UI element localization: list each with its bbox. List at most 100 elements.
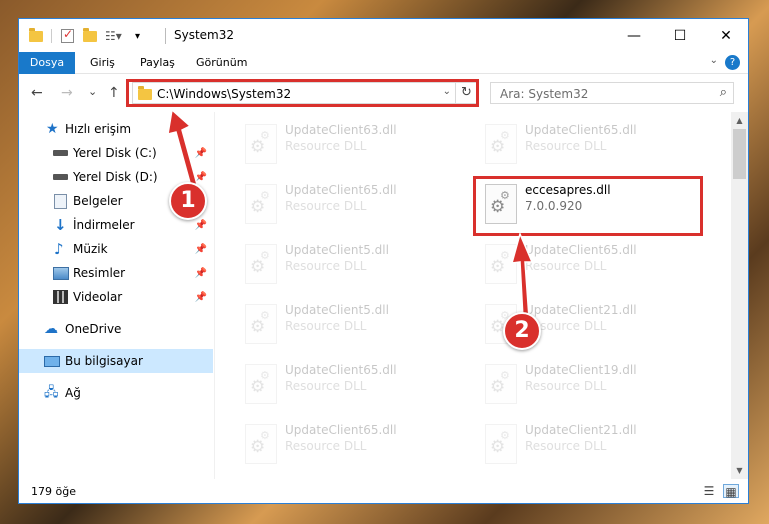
sidebar-item-label: Bu bilgisayar	[65, 354, 143, 368]
address-bar-highlight	[126, 79, 479, 107]
file-name: UpdateClient63.dll	[285, 123, 397, 137]
file-item[interactable]: UpdateClient63.dll Resource DLL	[235, 116, 465, 172]
pictures-icon	[53, 266, 69, 280]
file-item[interactable]: UpdateClient5.dll Resource DLL	[235, 236, 465, 292]
pin-icon: 📌	[194, 171, 207, 183]
window-title: System32	[174, 28, 235, 42]
dll-file-icon	[485, 424, 517, 464]
item-count: 179 öğe	[31, 485, 76, 498]
dll-file-icon	[245, 184, 277, 224]
quick-access-folder-icon	[29, 27, 43, 44]
recent-locations-button[interactable]: ⌄	[88, 85, 97, 98]
file-highlight	[473, 176, 703, 236]
file-list: UpdateClient63.dll Resource DLL UpdateCl…	[215, 112, 731, 479]
file-name: UpdateClient21.dll	[525, 303, 637, 317]
sidebar-item-quick-access[interactable]: ★ Hızlı erişim	[19, 117, 213, 141]
maximize-button[interactable]: ☐	[657, 19, 703, 52]
file-description: Resource DLL	[525, 379, 607, 393]
sidebar-item-label: İndirmeler	[73, 218, 135, 232]
vertical-scrollbar[interactable]: ▲ ▼	[731, 112, 748, 479]
file-item[interactable]: UpdateClient65.dll Resource DLL	[475, 236, 705, 292]
search-placeholder: Ara: System32	[500, 87, 589, 101]
scroll-down-icon[interactable]: ▼	[731, 462, 748, 479]
sidebar-item-music[interactable]: ♪ Müzik 📌	[19, 237, 213, 261]
videos-icon	[53, 290, 68, 304]
toolbar-divider	[51, 29, 52, 43]
file-item[interactable]: UpdateClient65.dll Resource DLL	[235, 176, 465, 232]
sidebar-item-local-disk-c[interactable]: Yerel Disk (C:) 📌	[19, 141, 213, 165]
expand-ribbon-icon[interactable]: ⌄	[710, 55, 718, 66]
up-button[interactable]: ↑	[108, 85, 120, 101]
back-button[interactable]: ←	[31, 85, 43, 101]
computer-icon	[44, 355, 60, 367]
sidebar-item-label: Belgeler	[73, 194, 123, 208]
sidebar-item-label: Videolar	[73, 290, 123, 304]
file-item[interactable]: UpdateClient65.dll Resource DLL	[235, 416, 465, 472]
tab-share[interactable]: Paylaş	[140, 52, 175, 74]
close-button[interactable]: ✕	[703, 19, 748, 52]
forward-button[interactable]: →	[61, 85, 73, 101]
pin-icon: 📌	[194, 243, 207, 255]
ribbon-tabs: Dosya Giriş Paylaş Görünüm ⌄ ?	[19, 52, 748, 74]
disk-icon	[52, 170, 68, 186]
step-2-badge: 2	[503, 312, 541, 350]
status-bar: 179 öğe ☰ ▦	[19, 479, 748, 503]
file-item[interactable]: UpdateClient19.dll Resource DLL	[475, 356, 705, 412]
sidebar-item-label: Yerel Disk (D:)	[73, 170, 158, 184]
file-name: UpdateClient65.dll	[285, 423, 397, 437]
customize-qat-icon[interactable]: ☷▾	[105, 28, 122, 44]
dll-file-icon	[245, 364, 277, 404]
sidebar-item-onedrive[interactable]: ☁ OneDrive	[19, 317, 213, 341]
pin-icon: 📌	[194, 267, 207, 279]
help-icon[interactable]: ?	[725, 55, 740, 70]
step-1-badge: 1	[169, 182, 207, 220]
pin-icon: 📌	[194, 291, 207, 303]
sidebar-item-pictures[interactable]: Resimler 📌	[19, 261, 213, 285]
file-description: Resource DLL	[285, 319, 367, 333]
file-description: Resource DLL	[525, 439, 607, 453]
details-view-icon[interactable]: ☰	[701, 484, 717, 498]
scroll-thumb[interactable]	[733, 129, 746, 179]
file-description: Resource DLL	[525, 139, 607, 153]
search-input[interactable]: Ara: System32 ⌕	[490, 82, 734, 104]
pin-icon: 📌	[194, 219, 207, 231]
tab-home[interactable]: Giriş	[90, 52, 115, 74]
sidebar-item-label: Müzik	[73, 242, 108, 256]
file-name: UpdateClient5.dll	[285, 303, 389, 317]
chevron-down-icon[interactable]: ▾	[135, 28, 140, 44]
title-divider	[165, 28, 166, 44]
dll-file-icon	[245, 424, 277, 464]
sidebar-item-network[interactable]: 🖧 Ağ	[19, 381, 213, 405]
file-description: Resource DLL	[285, 139, 367, 153]
disk-icon	[52, 146, 68, 162]
sidebar-item-videos[interactable]: Videolar 📌	[19, 285, 213, 309]
file-description: Resource DLL	[285, 199, 367, 213]
file-description: Resource DLL	[525, 259, 607, 273]
file-name: UpdateClient21.dll	[525, 423, 637, 437]
file-item[interactable]: UpdateClient65.dll Resource DLL	[475, 116, 705, 172]
search-icon[interactable]: ⌕	[720, 85, 727, 100]
download-icon: ↓	[54, 216, 67, 234]
network-icon: 🖧	[44, 385, 59, 400]
file-name: UpdateClient65.dll	[285, 183, 397, 197]
file-item[interactable]: UpdateClient5.dll Resource DLL	[235, 296, 465, 352]
file-item[interactable]: UpdateClient21.dll Resource DLL	[475, 416, 705, 472]
sidebar-item-this-pc[interactable]: Bu bilgisayar	[19, 349, 213, 373]
file-description: Resource DLL	[285, 439, 367, 453]
file-name: UpdateClient19.dll	[525, 363, 637, 377]
sidebar-item-label: OneDrive	[65, 322, 122, 336]
properties-icon[interactable]	[61, 27, 74, 44]
dll-file-icon	[485, 124, 517, 164]
music-icon: ♪	[54, 240, 64, 258]
file-item[interactable]: UpdateClient65.dll Resource DLL	[235, 356, 465, 412]
scroll-up-icon[interactable]: ▲	[731, 112, 748, 129]
file-name: UpdateClient65.dll	[525, 123, 637, 137]
tab-view[interactable]: Görünüm	[196, 52, 247, 74]
large-icons-view-icon[interactable]: ▦	[723, 484, 739, 499]
new-folder-icon[interactable]	[83, 27, 97, 44]
tab-file[interactable]: Dosya	[19, 52, 75, 74]
file-description: Resource DLL	[285, 259, 367, 273]
file-name: UpdateClient65.dll	[525, 243, 637, 257]
dll-file-icon	[485, 244, 517, 284]
minimize-button[interactable]: —	[611, 19, 657, 52]
